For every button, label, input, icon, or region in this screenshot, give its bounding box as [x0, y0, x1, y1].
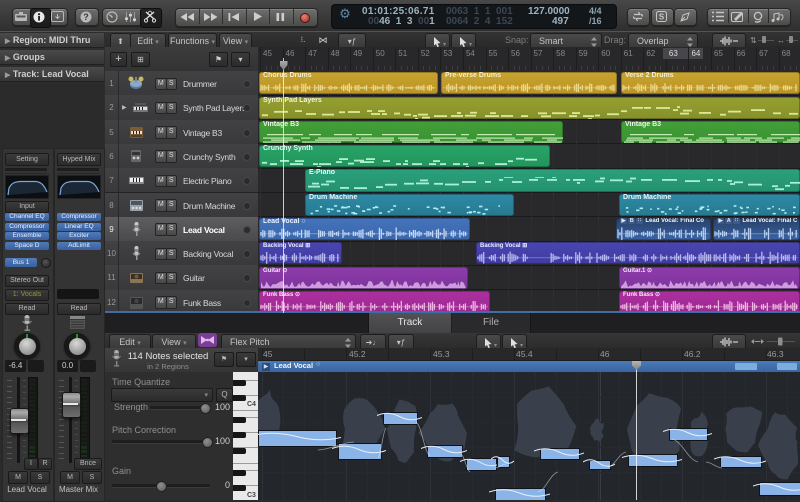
svg-text:S: S: [659, 13, 665, 22]
svg-text:?: ?: [83, 12, 89, 22]
